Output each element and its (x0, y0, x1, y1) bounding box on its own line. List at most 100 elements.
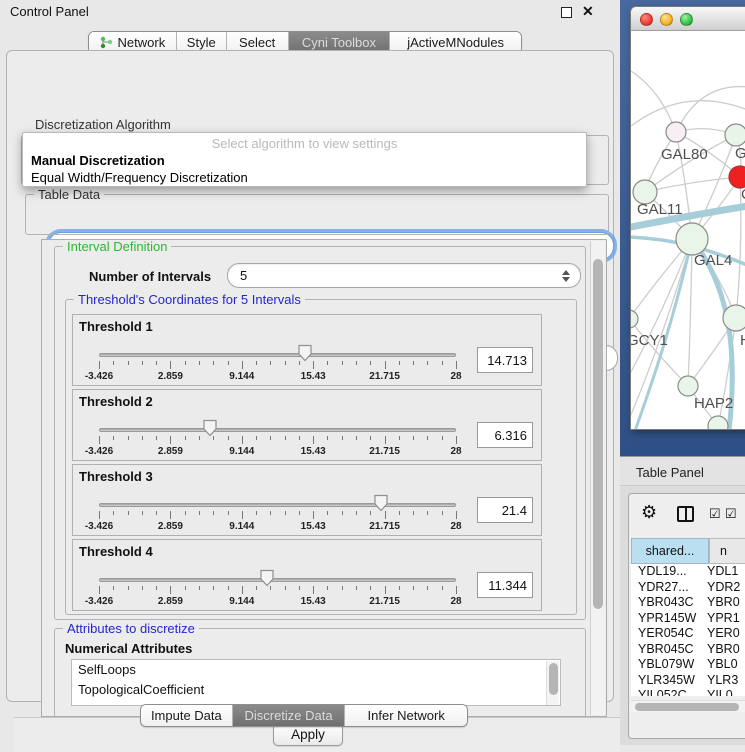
threshold-slider[interactable]: -3.4262.8599.14415.4321.71528 (73, 390, 543, 462)
table-row[interactable]: YLR345WYLR3 (631, 673, 745, 689)
slider-track[interactable] (99, 353, 456, 357)
slider-track[interactable] (99, 503, 456, 507)
threshold-rows: Threshold 1 -3.4262.8599.14415.4321.7152… (72, 314, 542, 614)
network-node[interactable] (723, 305, 745, 331)
network-node[interactable] (678, 376, 698, 396)
column-header-shared-name[interactable]: shared... (631, 538, 709, 564)
table-row[interactable]: YBR043CYBR0 (631, 595, 745, 611)
list-scrollbar[interactable] (546, 661, 559, 706)
threshold-slider[interactable]: -3.4262.8599.14415.4321.71528 (73, 540, 543, 612)
table-row[interactable]: YER054CYER0 (631, 626, 745, 642)
cell-name[interactable]: YER0 (703, 626, 740, 642)
float-window-icon[interactable] (561, 7, 572, 18)
zoom-traffic-light[interactable] (680, 13, 693, 26)
threshold-value-field[interactable] (477, 572, 533, 598)
slider-tick-label: 2.859 (158, 596, 183, 607)
edge[interactable] (631, 319, 688, 386)
table-row[interactable]: YDL19...YDL1 (631, 564, 745, 580)
table-rows[interactable]: YDL19...YDL1YDR27...YDR2YBR043CYBR0YPR14… (631, 564, 745, 696)
tab-infer-network[interactable]: Infer Network (345, 705, 467, 726)
scrollbar-thumb[interactable] (635, 703, 739, 711)
checkbox-icon[interactable]: ☑ (725, 506, 737, 522)
edge[interactable] (631, 239, 692, 381)
cell-shared-name[interactable]: YBR045C (631, 642, 703, 658)
node-label: H (740, 332, 745, 349)
edge[interactable] (631, 71, 676, 132)
popup-prompt: Select algorithm to view settings (23, 136, 586, 151)
tab-impute-data[interactable]: Impute Data (141, 705, 233, 726)
gear-icon[interactable]: ⚙ (641, 502, 657, 523)
scrollbar-thumb[interactable] (593, 259, 603, 609)
table-row[interactable]: YIL052CYIL0 (631, 688, 745, 696)
cell-name[interactable]: YLR3 (703, 673, 738, 689)
slider-tick (99, 361, 100, 369)
checkbox-icon[interactable]: ☑ (709, 506, 721, 522)
attribute-list-item[interactable]: TopologicalCoefficient (72, 680, 560, 700)
close-icon[interactable]: ✕ (582, 3, 594, 20)
cell-shared-name[interactable]: YLR345W (631, 673, 703, 689)
slider-tick (185, 586, 186, 590)
cell-name[interactable]: YBL0 (703, 657, 738, 673)
slider-tick (285, 511, 286, 515)
network-node[interactable] (729, 166, 745, 188)
minimize-traffic-light[interactable] (660, 13, 673, 26)
cell-name[interactable]: YDR2 (703, 580, 740, 596)
threshold-slider[interactable]: -3.4262.8599.14415.4321.71528 (73, 465, 543, 537)
numerical-attributes-list[interactable]: SelfLoopsTopologicalCoefficientBetweenne… (71, 659, 561, 706)
slider-track[interactable] (99, 578, 456, 582)
slider-tick (128, 361, 129, 365)
cell-shared-name[interactable]: YER054C (631, 626, 703, 642)
network-node[interactable] (666, 122, 686, 142)
cell-name[interactable]: YBR0 (703, 642, 740, 658)
slider-tick (442, 436, 443, 440)
slider-tick (256, 511, 257, 515)
table-toolbar: ⚙ ☑ ☑ (629, 498, 745, 532)
cell-name[interactable]: YPR1 (703, 611, 740, 627)
network-node[interactable] (725, 124, 745, 146)
threshold-value-field[interactable] (477, 347, 533, 373)
slider-thumb-icon[interactable] (373, 494, 389, 512)
column-header-name[interactable]: n (709, 538, 745, 564)
cell-shared-name[interactable]: YDR27... (631, 580, 703, 596)
tab-discretize-data[interactable]: Discretize Data (233, 705, 346, 726)
slider-tick-label: 21.715 (369, 371, 400, 382)
threshold-value-field[interactable] (477, 497, 533, 523)
slider-tick (456, 361, 457, 369)
cell-shared-name[interactable]: YPR145W (631, 611, 703, 627)
popup-option-manual[interactable]: Manual Discretization (31, 153, 165, 168)
popup-option-equal-width[interactable]: Equal Width/Frequency Discretization (31, 170, 248, 185)
cell-shared-name[interactable]: YDL19... (631, 564, 703, 580)
network-node[interactable] (676, 223, 708, 255)
cell-name[interactable]: YDL1 (703, 564, 738, 580)
cell-shared-name[interactable]: YBL079W (631, 657, 703, 673)
table-row[interactable]: YBL079WYBL0 (631, 657, 745, 673)
edge[interactable] (645, 177, 740, 192)
cell-name[interactable]: YIL0 (703, 688, 733, 696)
table-row[interactable]: YBR045CYBR0 (631, 642, 745, 658)
slider-thumb-icon[interactable] (297, 344, 313, 362)
slider-thumb-icon[interactable] (202, 419, 218, 437)
network-window-titlebar[interactable] (631, 7, 745, 31)
threshold-value-field[interactable] (477, 422, 533, 448)
table-row[interactable]: YPR145WYPR1 (631, 611, 745, 627)
cell-shared-name[interactable]: YIL052C (631, 688, 703, 696)
horizontal-scrollbar[interactable] (631, 700, 745, 712)
panel-scrollbar[interactable] (590, 241, 605, 715)
table-panel-header: Table Panel (620, 456, 745, 486)
attribute-list-item[interactable]: SelfLoops (72, 660, 560, 680)
slider-thumb-icon[interactable] (259, 569, 275, 587)
network-canvas[interactable]: GAL80GACGAL11GAL4GCY1HHAP2 (631, 31, 745, 429)
cell-name[interactable]: YBR0 (703, 595, 740, 611)
table-row[interactable]: YDR27...YDR2 (631, 580, 745, 596)
network-node[interactable] (631, 310, 638, 328)
split-columns-icon[interactable] (677, 506, 694, 522)
close-traffic-light[interactable] (640, 13, 653, 26)
edge[interactable] (688, 239, 692, 386)
slider-tick (185, 511, 186, 515)
threshold-slider[interactable]: -3.4262.8599.14415.4321.71528 (73, 315, 543, 387)
network-graph[interactable]: GAL80GACGAL11GAL4GCY1HHAP2 (631, 31, 745, 429)
number-of-intervals-combobox[interactable]: 5 (227, 263, 581, 288)
cell-shared-name[interactable]: YBR043C (631, 595, 703, 611)
slider-track[interactable] (99, 428, 456, 432)
slider-tick (213, 436, 214, 440)
